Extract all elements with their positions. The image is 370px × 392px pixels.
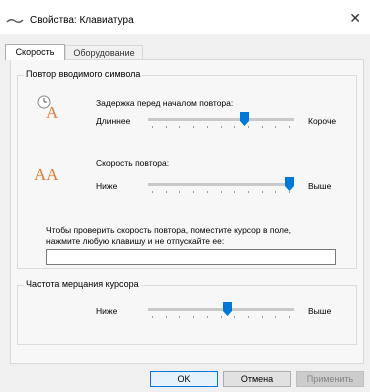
delay-label: Задержка перед началом повтора: — [96, 98, 234, 108]
slider-tick — [234, 191, 235, 193]
window-title: Свойства: Клавиатура — [30, 15, 134, 26]
slider-tick — [221, 191, 222, 193]
delay-slider-track — [148, 118, 294, 121]
cancel-button[interactable]: Отмена — [223, 371, 291, 387]
repeat-delay-icon: A — [37, 95, 59, 120]
slider-tick — [248, 126, 249, 128]
repeat-group: Повтор вводимого символа A Задержка пере… — [17, 69, 357, 269]
repeat-group-label: Повтор вводимого символа — [24, 69, 143, 79]
slider-tick — [166, 316, 167, 318]
close-icon[interactable]: ✕ — [349, 11, 361, 25]
slider-tick — [179, 191, 180, 193]
slider-tick — [207, 126, 208, 128]
rate-label: Скорость повтора: — [96, 158, 170, 168]
tab-panel: Повтор вводимого символа A Задержка пере… — [10, 59, 364, 364]
slider-tick — [275, 126, 276, 128]
slider-tick — [207, 191, 208, 193]
tab-speed[interactable]: Скорость — [5, 44, 65, 60]
slider-tick — [152, 316, 153, 318]
svg-text:A: A — [46, 103, 59, 120]
slider-tick — [193, 316, 194, 318]
delay-right-label: Короче — [308, 116, 337, 126]
blink-slider-track — [148, 308, 294, 311]
apply-button[interactable]: Применить — [296, 371, 364, 387]
cursor-blink-slider[interactable] — [148, 302, 294, 322]
tab-hardware[interactable]: Оборудование — [65, 45, 143, 59]
rate-right-label: Выше — [308, 181, 332, 191]
blink-left-label: Ниже — [96, 306, 118, 316]
cursor-blink-group: Частота мерцания курсора Ниже Выше — [17, 279, 357, 345]
repeat-test-input[interactable] — [46, 249, 336, 265]
rate-slider[interactable] — [148, 177, 294, 197]
blink-slider-ticks — [148, 316, 294, 318]
slider-tick — [262, 191, 263, 193]
rate-slider-ticks — [148, 191, 294, 193]
slider-tick — [289, 126, 290, 128]
slider-tick — [275, 191, 276, 193]
rate-slider-track — [148, 183, 294, 186]
delay-slider[interactable] — [148, 112, 294, 132]
delay-slider-thumb[interactable] — [240, 112, 249, 126]
slider-tick — [289, 316, 290, 318]
slider-tick — [221, 126, 222, 128]
slider-tick — [179, 126, 180, 128]
repeat-rate-icon: AA — [34, 165, 59, 182]
rate-slider-thumb[interactable] — [285, 177, 294, 191]
slider-tick — [152, 191, 153, 193]
slider-tick — [262, 316, 263, 318]
keyboard-icon — [6, 19, 24, 23]
slider-tick — [193, 126, 194, 128]
slider-tick — [275, 316, 276, 318]
slider-tick — [234, 316, 235, 318]
slider-tick — [179, 316, 180, 318]
blink-right-label: Выше — [308, 306, 332, 316]
cursor-blink-group-label: Частота мерцания курсора — [24, 279, 141, 289]
slider-tick — [166, 126, 167, 128]
slider-tick — [193, 191, 194, 193]
test-instructions-line1: Чтобы проверить скорость повтора, помест… — [46, 225, 292, 235]
blink-slider-thumb[interactable] — [223, 302, 232, 316]
delay-slider-ticks — [148, 126, 294, 128]
title-bar: Свойства: Клавиатура ✕ — [0, 0, 370, 34]
slider-tick — [166, 191, 167, 193]
slider-tick — [262, 126, 263, 128]
delay-left-label: Длиннее — [96, 116, 131, 126]
rate-left-label: Ниже — [96, 181, 118, 191]
svg-text:AA: AA — [34, 165, 59, 182]
slider-tick — [207, 316, 208, 318]
slider-tick — [152, 126, 153, 128]
slider-tick — [234, 126, 235, 128]
slider-tick — [221, 316, 222, 318]
ok-button[interactable]: OK — [150, 371, 218, 387]
slider-tick — [289, 191, 290, 193]
slider-tick — [248, 316, 249, 318]
slider-tick — [248, 191, 249, 193]
test-instructions-line2: нажмите любую клавишу и не отпускайте ее… — [46, 236, 225, 246]
